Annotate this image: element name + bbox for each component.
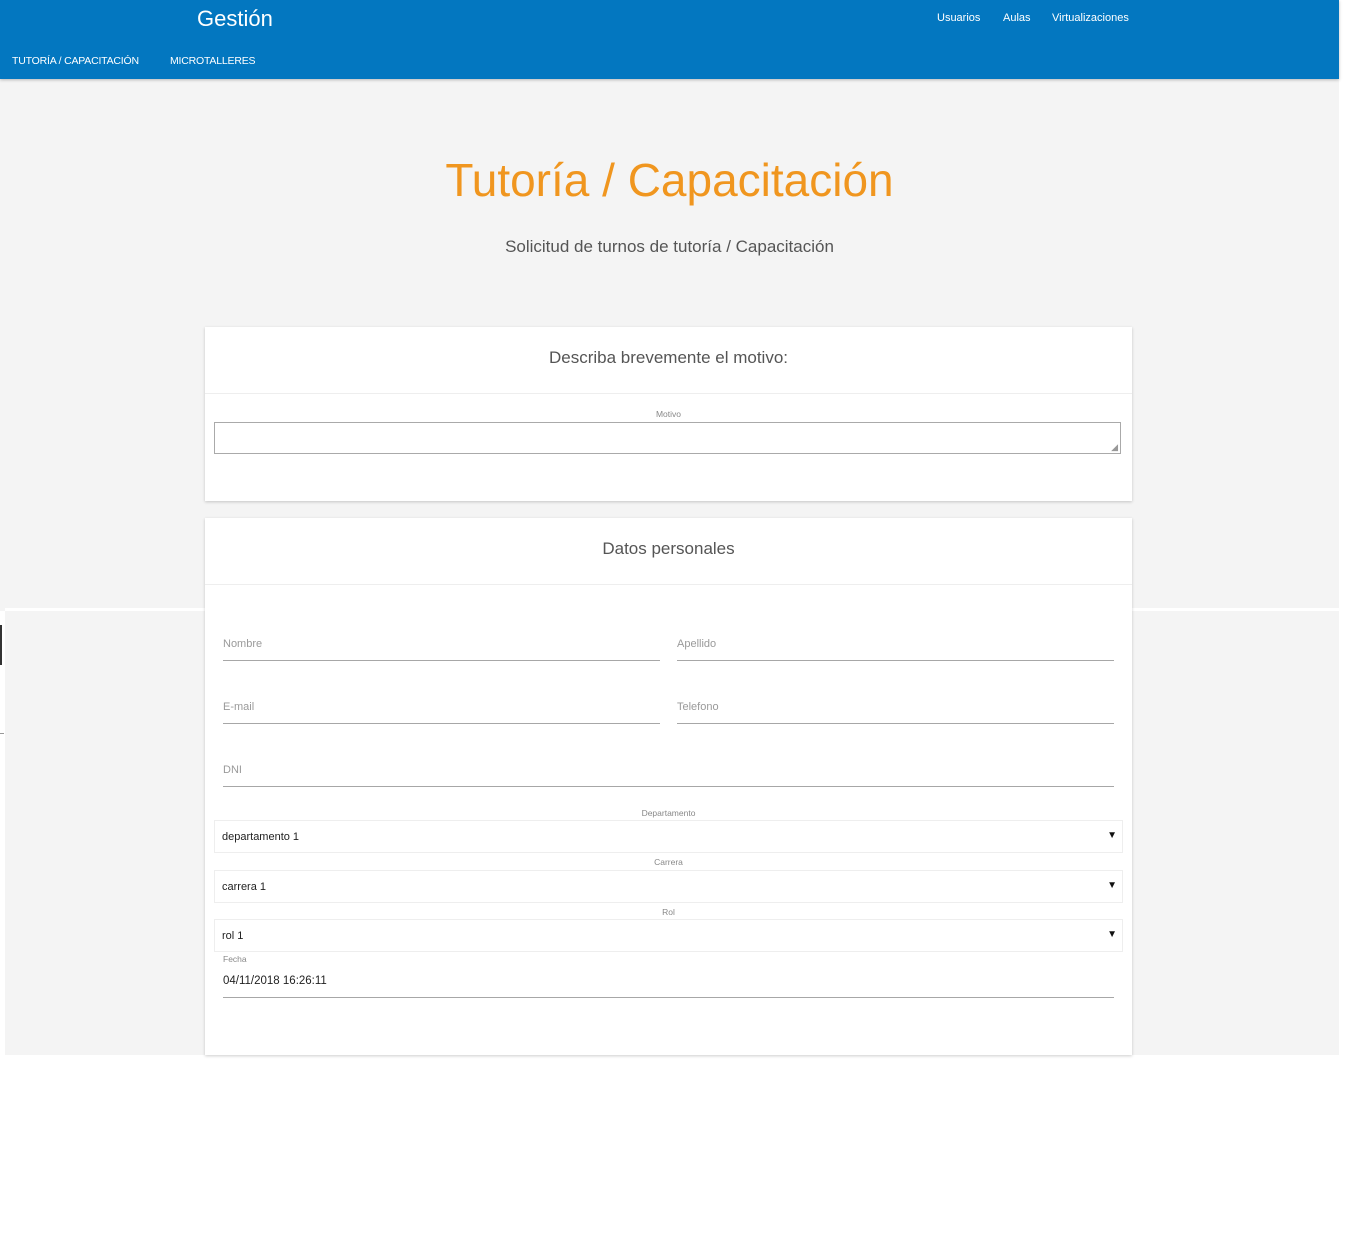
telefono-placeholder: Telefono	[677, 701, 719, 713]
apellido-field[interactable]: Apellido	[677, 634, 1114, 661]
nav-link-usuarios[interactable]: Usuarios	[937, 12, 980, 24]
rol-select[interactable]: rol 1 ▼	[214, 919, 1123, 952]
datos-personales-card: Datos personales Nombre Apellido E-mail …	[205, 518, 1132, 1055]
caret-down-icon: ▼	[1107, 880, 1117, 891]
email-field[interactable]: E-mail	[223, 697, 660, 724]
carrera-select[interactable]: carrera 1 ▼	[214, 870, 1123, 903]
page-title: Tutoría / Capacitación	[445, 154, 894, 206]
email-placeholder: E-mail	[223, 701, 255, 713]
dni-field[interactable]: DNI	[223, 760, 1114, 787]
nombre-field[interactable]: Nombre	[223, 634, 660, 661]
rol-label: Rol	[662, 907, 675, 917]
left-edge-tick	[0, 733, 4, 734]
apellido-placeholder: Apellido	[677, 638, 717, 650]
nav-link-virtualizaciones[interactable]: Virtualizaciones	[1052, 12, 1129, 24]
resize-grip-icon[interactable]: ◢	[1111, 443, 1118, 452]
subnav-microtalleres[interactable]: MICROTALLERES	[170, 55, 256, 67]
motivo-label: Motivo	[655, 409, 682, 419]
nombre-placeholder: Nombre	[223, 638, 263, 650]
fecha-value: 04/11/2018 16:26:11	[223, 975, 327, 987]
departamento-label: Departamento	[641, 808, 696, 818]
left-strip	[0, 611, 5, 1055]
dni-placeholder: DNI	[223, 764, 242, 776]
brand-logo-text[interactable]: Gestión	[197, 6, 273, 32]
motivo-card-heading: Describa brevemente el motivo:	[205, 327, 1132, 394]
carrera-label: Carrera	[654, 857, 683, 867]
motivo-card: Describa brevemente el motivo: Motivo ◢	[205, 327, 1132, 501]
rol-value: rol 1	[222, 930, 244, 942]
fecha-field[interactable]: 04/11/2018 16:26:11	[223, 970, 1114, 998]
fecha-label: Fecha	[223, 954, 247, 964]
departamento-value: departamento 1	[222, 831, 300, 843]
motivo-textarea[interactable]: ◢	[214, 422, 1121, 454]
caret-down-icon: ▼	[1107, 929, 1117, 940]
telefono-field[interactable]: Telefono	[677, 697, 1114, 724]
carrera-value: carrera 1	[222, 881, 267, 893]
page-background-right	[1132, 611, 1339, 1055]
caret-down-icon: ▼	[1107, 830, 1117, 841]
top-navbar: Gestión Usuarios Aulas Virtualizaciones …	[0, 0, 1339, 79]
left-edge-mark	[0, 625, 2, 665]
page-subtitle: Solicitud de turnos de tutoría / Capacit…	[505, 237, 834, 256]
subnav-tutoria-capacitacion[interactable]: TUTORÍA / CAPACITACIÓN	[12, 55, 139, 67]
datos-personales-heading: Datos personales	[205, 518, 1132, 585]
departamento-select[interactable]: departamento 1 ▼	[214, 820, 1123, 853]
nav-link-aulas[interactable]: Aulas	[1003, 12, 1031, 24]
